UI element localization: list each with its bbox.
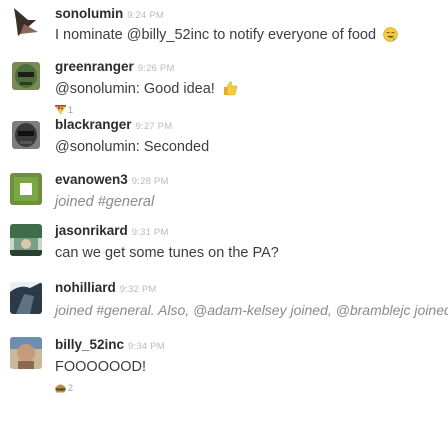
timestamp[interactable]: 9:32 PM: [120, 284, 157, 295]
message-body: FOOOOOOD!: [55, 359, 147, 375]
avatar-blackranger[interactable]: [10, 119, 42, 151]
avatar-image: [10, 224, 42, 256]
username[interactable]: sonolumin 9:24 PM: [55, 6, 164, 21]
avatar-greenranger[interactable]: [10, 60, 42, 92]
timestamp[interactable]: 9:28 PM: [132, 176, 169, 187]
avatar-image: [10, 282, 42, 314]
avatar-image: [10, 119, 42, 151]
message-text: can we get some tunes on the PA?: [55, 245, 279, 261]
reaction-button[interactable]: 1: [55, 103, 73, 117]
pizza-icon: [55, 105, 66, 115]
message-text: I nominate @billy_52inc to notify everyo…: [55, 27, 398, 46]
username-label: billy_52inc: [55, 337, 125, 352]
avatar-billy_52inc[interactable]: [10, 337, 42, 369]
drooling-face-icon: [383, 27, 398, 46]
message-body: I nominate @billy_52inc to notify everyo…: [55, 27, 377, 43]
username[interactable]: billy_52inc 9:34 PM: [55, 337, 165, 352]
username[interactable]: nohilliard 9:32 PM: [55, 280, 157, 295]
username-label: sonolumin: [55, 6, 124, 21]
avatar-evanowen3[interactable]: [10, 173, 42, 205]
message-text: FOOOOOOD!: [55, 359, 146, 375]
message-body: joined #general: [55, 194, 155, 210]
avatar-sonolumin[interactable]: [10, 6, 42, 38]
username-label: greenranger: [55, 59, 134, 74]
burger-icon: [55, 383, 66, 393]
thumbs-up-icon: [222, 80, 238, 100]
username[interactable]: greenranger 9:26 PM: [55, 59, 175, 74]
avatar-nohilliard[interactable]: [10, 282, 42, 314]
avatar-image: [10, 337, 42, 369]
avatar-image: [10, 173, 42, 205]
username-label: evanowen3: [55, 172, 128, 187]
username-label: nohilliard: [55, 280, 116, 295]
timestamp[interactable]: 9:26 PM: [138, 63, 175, 74]
timestamp[interactable]: 9:24 PM: [127, 10, 164, 21]
message-body: can we get some tunes on the PA?: [55, 245, 279, 261]
reaction-count: 1: [68, 105, 74, 115]
message-body: joined #general. Also, @adam-kelsey join…: [55, 302, 448, 318]
username-label: jasonrikard: [55, 223, 128, 238]
timestamp[interactable]: 9:31 PM: [132, 227, 169, 238]
message-body: @sonolumin: Good idea!: [55, 81, 215, 97]
avatar-image: [10, 6, 42, 38]
username[interactable]: evanowen3 9:28 PM: [55, 172, 169, 187]
message-text: joined #general: [55, 194, 154, 210]
message-text: joined #general. Also, @adam-kelsey join…: [55, 302, 448, 318]
avatar-jasonrikard[interactable]: [10, 224, 42, 256]
timestamp[interactable]: 9:34 PM: [128, 341, 165, 352]
message-body: @sonolumin: Seconded: [55, 139, 210, 155]
message-text: @sonolumin: Seconded: [55, 139, 209, 155]
reaction-count: 2: [68, 383, 74, 393]
username[interactable]: jasonrikard 9:31 PM: [55, 223, 169, 238]
avatar-image: [10, 60, 42, 92]
reaction-button[interactable]: 2: [55, 381, 73, 395]
timestamp[interactable]: 9:27 PM: [136, 121, 173, 132]
username[interactable]: blackranger 9:27 PM: [55, 117, 172, 132]
username-label: blackranger: [55, 117, 132, 132]
message-text: @sonolumin: Good idea!: [55, 80, 238, 100]
